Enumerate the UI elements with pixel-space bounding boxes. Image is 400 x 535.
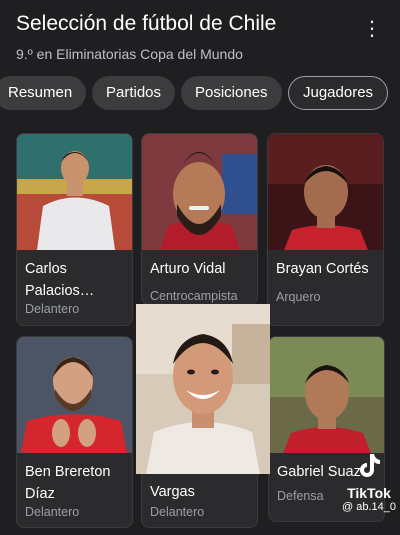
player-photo — [17, 337, 132, 453]
player-position: Delantero — [25, 302, 80, 316]
tab-jugadores[interactable]: Jugadores — [288, 76, 389, 110]
tab-partidos[interactable]: Partidos — [92, 76, 176, 110]
player-position: Defensa — [277, 489, 324, 503]
player-position: Delantero — [25, 505, 80, 519]
player-position: Delantero — [150, 505, 205, 519]
tab-posiciones[interactable]: Posiciones — [181, 76, 282, 110]
player-card[interactable]: Arturo Vidal Centrocampista — [141, 133, 258, 305]
tiktok-watermark: TikTok @ ab.14_0 — [340, 452, 398, 513]
player-photo — [17, 134, 132, 250]
player-name: Ben Brereton Díaz — [25, 464, 111, 502]
player-position: Arquero — [276, 290, 321, 304]
player-photo — [269, 337, 384, 453]
player-name: Vargas — [150, 484, 195, 500]
player-name: Carlos Palacios… — [25, 261, 95, 299]
video-overlay-photo — [136, 304, 270, 474]
player-card[interactable]: Brayan Cortés Arquero — [267, 133, 384, 326]
tab-resumen[interactable]: Resumen — [0, 76, 87, 110]
player-position: Centrocampista — [150, 289, 238, 303]
player-photo — [142, 134, 257, 250]
player-photo — [268, 134, 383, 250]
tiktok-handle: @ ab.14_0 — [342, 501, 396, 513]
header: Selección de fútbol de Chile 9.º en Elim… — [16, 10, 384, 64]
tiktok-logo-icon — [360, 454, 380, 477]
player-name: Arturo Vidal — [150, 261, 226, 277]
tiktok-brand: TikTok — [347, 485, 391, 501]
more-options-icon[interactable]: ⋮ — [360, 16, 384, 44]
player-card[interactable]: Ben Brereton Díaz Delantero — [16, 336, 133, 528]
player-name: Brayan Cortés — [276, 261, 369, 277]
player-card[interactable]: Carlos Palacios… Delantero — [16, 133, 133, 326]
page-subtitle: 9.º en Eliminatorias Copa del Mundo — [16, 46, 243, 62]
page-title: Selección de fútbol de Chile — [16, 12, 277, 35]
